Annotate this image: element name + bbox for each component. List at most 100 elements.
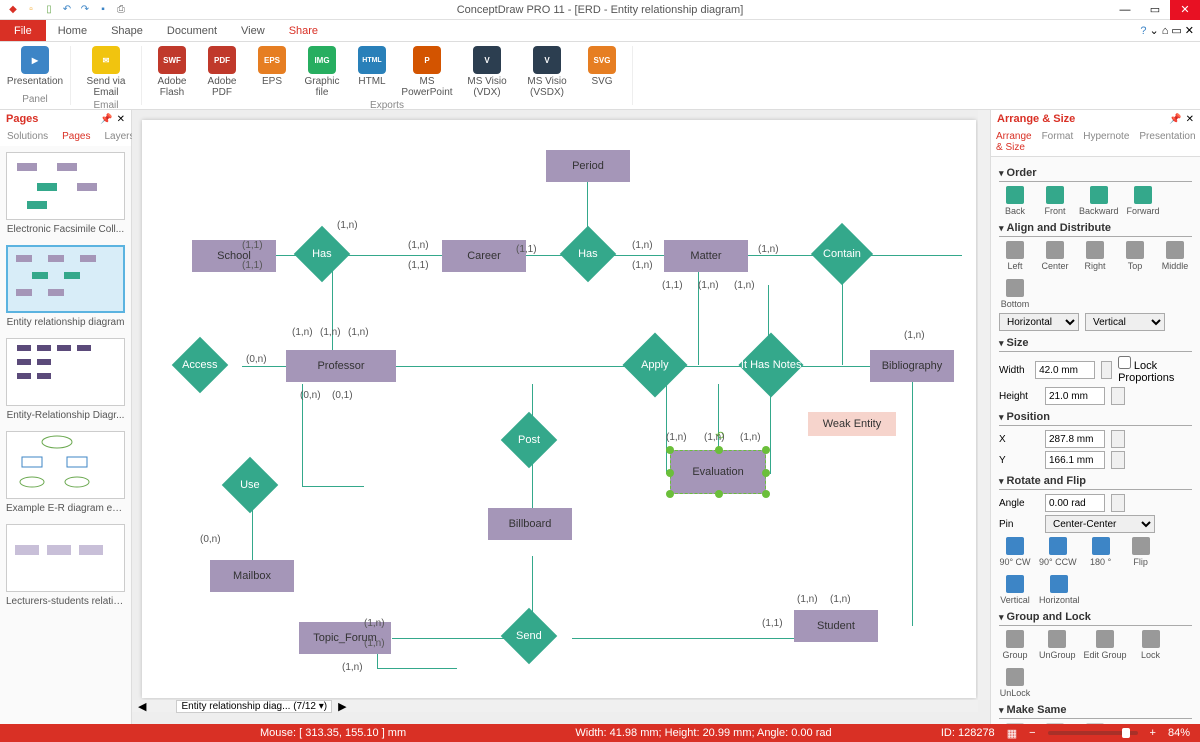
rotate-ccw-button[interactable]: 90° CCW (1039, 537, 1077, 567)
zoom-out-icon[interactable]: − (1029, 727, 1035, 739)
thumb-item[interactable]: Electronic Facsimile Coll... (6, 152, 125, 235)
ptab-solutions[interactable]: Solutions (0, 128, 55, 146)
section-align[interactable]: Align and Distribute (999, 222, 1192, 237)
rel-post[interactable]: Post (501, 412, 558, 469)
rel-contain[interactable]: Contain (811, 223, 873, 285)
spin-icon[interactable] (1111, 430, 1125, 448)
send-email-button[interactable]: ✉Send via Email (79, 46, 133, 98)
ptab-pages[interactable]: Pages (55, 128, 97, 146)
minimize-button[interactable]: — (1110, 0, 1140, 20)
export-ppt-button[interactable]: PMS PowerPoint (400, 46, 454, 98)
export-vdx-button[interactable]: VMS Visio (VDX) (460, 46, 514, 98)
help-icon[interactable]: ? (1140, 25, 1146, 37)
status-view-icon[interactable]: ▦ (1007, 727, 1017, 740)
entity-matter[interactable]: Matter (664, 240, 748, 272)
tab-file[interactable]: File (0, 20, 46, 41)
section-position[interactable]: Position (999, 411, 1192, 426)
flip-h-button[interactable]: Horizontal (1039, 575, 1080, 605)
flip-button[interactable]: Flip (1125, 537, 1157, 567)
mdi-close-icon[interactable]: ✕ (1185, 24, 1194, 37)
save-icon[interactable]: ▪ (96, 3, 110, 17)
thumb-item[interactable]: Lecturers-students relatio... (6, 524, 125, 607)
angle-input[interactable] (1045, 494, 1105, 512)
pos-x-input[interactable] (1045, 430, 1105, 448)
entity-evaluation-selected[interactable]: Evaluation ⟲ (670, 450, 766, 494)
height-input[interactable] (1045, 387, 1105, 405)
rotate-180-button[interactable]: 180 ° (1085, 537, 1117, 567)
rel-apply[interactable]: Apply (622, 332, 687, 397)
panel-close-icon[interactable]: ✕ (1186, 114, 1194, 125)
order-forward-button[interactable]: Forward (1127, 186, 1160, 216)
print-icon[interactable]: ⎙ (114, 3, 128, 17)
distribute-vertical-select[interactable]: Vertical (1085, 313, 1165, 331)
section-group[interactable]: Group and Lock (999, 611, 1192, 626)
entity-student[interactable]: Student (794, 610, 878, 642)
export-eps-button[interactable]: EPSEPS (250, 46, 294, 98)
rel-has1[interactable]: Has (294, 226, 351, 283)
rtab-arrange[interactable]: Arrange & Size (991, 128, 1037, 156)
entity-period[interactable]: Period (546, 150, 630, 182)
new-icon[interactable]: ▫ (24, 3, 38, 17)
lock-proportions-checkbox[interactable]: Lock Proportions (1118, 356, 1192, 384)
align-bottom-button[interactable]: Bottom (999, 279, 1031, 309)
pos-y-input[interactable] (1045, 451, 1105, 469)
scroll-left-icon[interactable]: ◀ (132, 700, 152, 713)
align-right-button[interactable]: Right (1079, 241, 1111, 271)
order-back-button[interactable]: Back (999, 186, 1031, 216)
align-middle-button[interactable]: Middle (1159, 241, 1191, 271)
export-html-button[interactable]: HTMLHTML (350, 46, 394, 98)
diagram-canvas[interactable]: Period School Career Matter Professor Bi… (142, 120, 976, 698)
align-top-button[interactable]: Top (1119, 241, 1151, 271)
tab-shape[interactable]: Shape (99, 20, 155, 41)
entity-bibliography[interactable]: Bibliography (870, 350, 954, 382)
mdi-home-icon[interactable]: ⌂ (1162, 25, 1169, 37)
pin-icon[interactable]: 📌 (100, 114, 112, 125)
align-left-button[interactable]: Left (999, 241, 1031, 271)
rel-has2[interactable]: Has (560, 226, 617, 283)
mdi-min-icon[interactable]: ⌄ (1150, 24, 1159, 37)
rtab-presentation[interactable]: Presentation (1134, 128, 1200, 156)
spin-icon[interactable] (1111, 494, 1125, 512)
group-button[interactable]: Group (999, 630, 1031, 660)
tab-share[interactable]: Share (277, 20, 330, 41)
export-pdf-button[interactable]: PDFAdobe PDF (200, 46, 244, 98)
document-tab[interactable]: Entity relationship diag... (7/12 ▾) (176, 700, 332, 713)
spin-icon[interactable] (1111, 387, 1125, 405)
scroll-right-icon[interactable]: ▶ (332, 700, 352, 713)
panel-close-icon[interactable]: ✕ (117, 114, 125, 125)
tab-home[interactable]: Home (46, 20, 99, 41)
maximize-button[interactable]: ▭ (1140, 0, 1170, 20)
export-svg-button[interactable]: SVGSVG (580, 46, 624, 98)
pin-icon[interactable]: 📌 (1169, 114, 1181, 125)
entity-school[interactable]: School (192, 240, 276, 272)
entity-professor[interactable]: Professor (286, 350, 396, 382)
section-make-same[interactable]: Make Same (999, 704, 1192, 719)
thumb-item-selected[interactable]: Entity relationship diagram (6, 245, 125, 328)
pin-select[interactable]: Center-Center (1045, 515, 1155, 533)
order-front-button[interactable]: Front (1039, 186, 1071, 216)
rel-access[interactable]: Access (172, 337, 229, 394)
spin-icon[interactable] (1101, 361, 1112, 379)
zoom-slider[interactable] (1048, 731, 1138, 735)
mdi-restore-icon[interactable]: ▭ (1171, 24, 1181, 37)
ungroup-button[interactable]: UnGroup (1039, 630, 1076, 660)
entity-mailbox[interactable]: Mailbox (210, 560, 294, 592)
order-backward-button[interactable]: Backward (1079, 186, 1119, 216)
section-size[interactable]: Size (999, 337, 1192, 352)
zoom-in-icon[interactable]: + (1150, 727, 1156, 739)
section-rotate[interactable]: Rotate and Flip (999, 475, 1192, 490)
export-vsdx-button[interactable]: VMS Visio (VSDX) (520, 46, 574, 98)
unlock-button[interactable]: UnLock (999, 668, 1031, 698)
entity-billboard[interactable]: Billboard (488, 508, 572, 540)
open-icon[interactable]: ▯ (42, 3, 56, 17)
thumb-item[interactable]: Entity-Relationship Diagr... (6, 338, 125, 421)
entity-career[interactable]: Career (442, 240, 526, 272)
presentation-button[interactable]: ▶Presentation (8, 46, 62, 92)
rtab-format[interactable]: Format (1037, 128, 1079, 156)
rel-use[interactable]: Use (222, 457, 279, 514)
vertical-scrollbar[interactable] (978, 110, 990, 700)
section-order[interactable]: Order (999, 167, 1192, 182)
edit-group-button[interactable]: Edit Group (1084, 630, 1127, 660)
width-input[interactable] (1035, 361, 1095, 379)
tab-view[interactable]: View (229, 20, 277, 41)
